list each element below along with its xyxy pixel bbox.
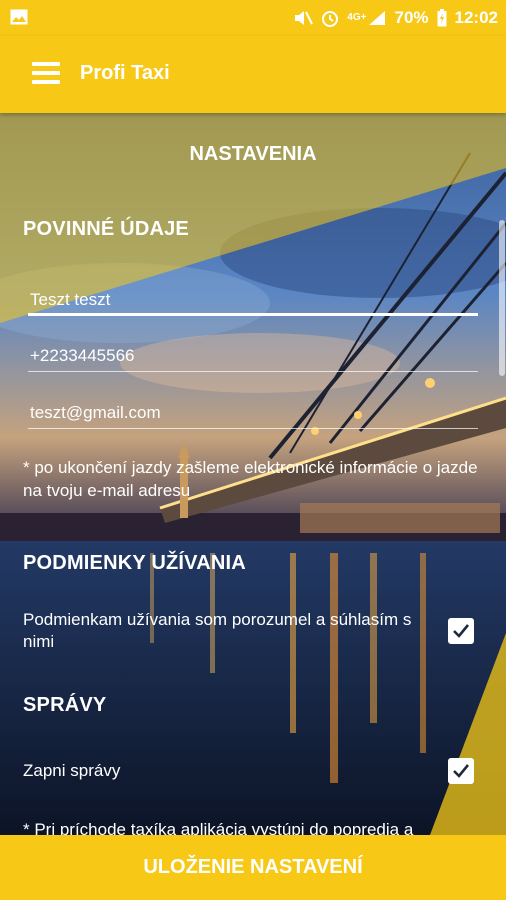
name-field-underline [28, 313, 478, 316]
app-toolbar: Profi Taxi [0, 36, 506, 113]
required-section-title: POVINNÉ ÚDAJE [23, 218, 189, 240]
email-field-underline [28, 428, 478, 429]
email-field[interactable] [28, 399, 482, 429]
scrollbar[interactable] [499, 220, 505, 376]
battery-icon [437, 9, 447, 27]
phone-field[interactable] [28, 342, 482, 372]
settings-content[interactable]: NASTAVENIA POVINNÉ ÚDAJE * po ukončení j… [0, 113, 506, 835]
name-input[interactable] [28, 286, 482, 314]
messages-section-title: SPRÁVY [23, 694, 107, 716]
save-settings-button[interactable]: ULOŽENIE NASTAVENÍ [0, 835, 506, 900]
name-field[interactable] [28, 286, 482, 316]
signal-icon [369, 11, 386, 25]
email-input[interactable] [28, 399, 482, 427]
terms-section-title: PODMIENKY UŽÍVANIA [23, 552, 246, 574]
terms-checkbox[interactable] [448, 618, 474, 644]
messages-toggle-text: Zapni správy [23, 761, 121, 780]
phone-field-underline [28, 371, 478, 372]
page-title: NASTAVENIA [189, 143, 317, 165]
email-note: * po ukončení jazdy zašleme elektronické… [23, 458, 478, 500]
phone-input[interactable] [28, 342, 482, 370]
app-title: Profi Taxi [80, 62, 170, 84]
hamburger-icon[interactable] [32, 62, 60, 84]
battery-percent: 70% [394, 8, 429, 27]
messages-note: * Pri príchode taxíka aplikácia vystúpi … [23, 820, 414, 835]
network-label: 4G+ [347, 12, 367, 23]
clock: 12:02 [454, 8, 498, 27]
alarm-icon [322, 11, 339, 27]
image-icon [10, 9, 28, 25]
terms-text: Podmienkam užívania som porozumel a súhl… [23, 610, 412, 651]
messages-checkbox[interactable] [448, 758, 474, 784]
checkmark-icon [453, 624, 470, 638]
status-bar: 4G+ 70% 12:02 [0, 0, 506, 36]
save-settings-label: ULOŽENIE NASTAVENÍ [143, 856, 363, 878]
mute-icon [295, 11, 314, 25]
checkmark-icon [453, 764, 470, 778]
